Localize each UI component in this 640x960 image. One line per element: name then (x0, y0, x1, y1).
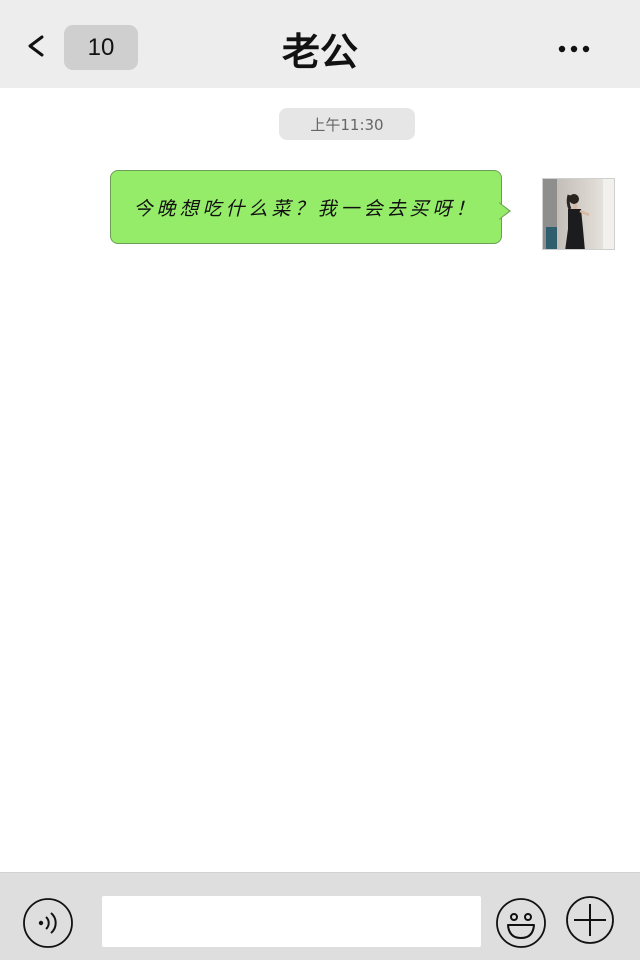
message-row: 今晚想吃什么菜？我一会去买呀！ (110, 170, 520, 244)
unread-count-badge[interactable]: 10 (64, 25, 138, 70)
message-timestamp: 上午11:30 (279, 108, 415, 140)
message-input[interactable] (102, 896, 481, 947)
bubble-tail-fill (499, 203, 509, 219)
input-bar (0, 872, 640, 960)
voice-button[interactable] (22, 897, 74, 949)
more-options-button[interactable] (550, 34, 598, 64)
chat-header: 10 老公 (0, 0, 640, 88)
back-button[interactable] (18, 26, 54, 66)
user-avatar-photo (543, 179, 614, 249)
chat-screen: 10 老公 上午11:30 今晚想吃什么菜？我一会去买呀！ (0, 0, 640, 960)
message-bubble[interactable]: 今晚想吃什么菜？我一会去买呀！ (110, 170, 502, 244)
plus-button[interactable] (565, 895, 615, 945)
chevron-left-icon (28, 35, 44, 57)
emoji-button[interactable] (495, 897, 547, 949)
avatar[interactable] (542, 178, 615, 250)
emoji-icon (496, 898, 546, 948)
more-dots-icon (558, 45, 590, 53)
plus-icon (566, 896, 614, 944)
voice-icon (23, 898, 73, 948)
